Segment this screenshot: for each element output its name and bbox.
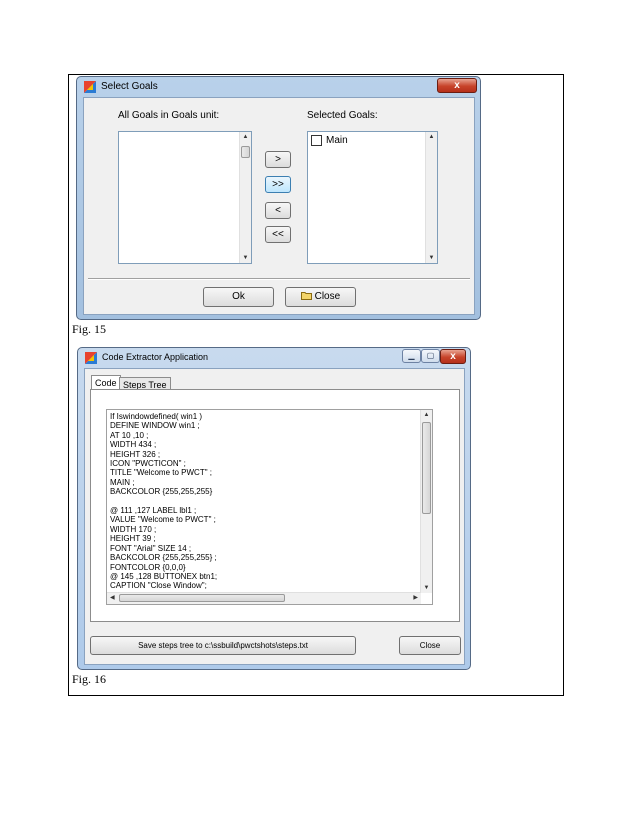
item-checkbox[interactable] [311, 135, 322, 146]
scroll-thumb[interactable] [422, 422, 431, 514]
scroll-up-icon[interactable]: ▲ [426, 134, 437, 140]
scroll-down-icon[interactable]: ▼ [426, 255, 437, 261]
code-extractor-window: Code Extractor Application ▁ ▢ x Code St… [77, 347, 471, 670]
code-line: FONT "Arial" SIZE 14 ; [110, 543, 192, 553]
maximize-icon[interactable]: ▢ [421, 349, 440, 363]
app-icon [84, 81, 96, 93]
code-line: WIDTH 434 ; [110, 440, 157, 450]
ok-button[interactable]: Ok [203, 287, 274, 307]
code-line: DEFINE WINDOW win1 ; [110, 421, 200, 431]
code-editor[interactable]: If Iswindowdefined( win1 ) DEFINE WINDOW … [106, 409, 433, 605]
code-horizontal-scrollbar[interactable]: ◀ ▶ [107, 592, 421, 604]
code-line: @ 111 ,127 LABEL lbl1 ; [110, 506, 197, 516]
divider [88, 278, 470, 280]
selected-goals-label: Selected Goals: [307, 110, 378, 121]
select-goals-window: Select Goals x All Goals in Goals unit: … [76, 76, 481, 320]
code-line: @ 145 ,128 BUTTONEX btn1; [110, 571, 218, 581]
scroll-right-icon[interactable]: ▶ [413, 594, 418, 601]
all-goals-label: All Goals in Goals unit: [118, 110, 220, 121]
code-line: HEIGHT 326 ; [110, 449, 161, 459]
code-line: FONTCOLOR {0,0,0} [110, 562, 186, 572]
window-title: Select Goals [101, 81, 158, 92]
list-item[interactable]: Main [311, 135, 411, 147]
code-text: If Iswindowdefined( win1 ) DEFINE WINDOW … [110, 412, 217, 591]
code-line: If Iswindowdefined( win1 ) [110, 412, 203, 421]
close-button[interactable]: Close [285, 287, 356, 307]
remove-goal-button[interactable]: < [265, 202, 291, 219]
scroll-h-thumb[interactable] [119, 594, 285, 602]
code-line: HEIGHT 39 ; [110, 534, 156, 544]
scroll-thumb[interactable] [241, 146, 250, 158]
code-line: MAIN ; [110, 477, 135, 487]
code-line: AT 10 ,10 ; [110, 430, 149, 440]
selected-goals-scrollbar[interactable]: ▲ ▼ [425, 132, 437, 263]
title-bar[interactable]: Select Goals x [77, 77, 480, 97]
window-title: Code Extractor Application [102, 352, 209, 362]
code-line: ICON "PWCTICON" ; [110, 459, 186, 469]
remove-all-goals-button[interactable]: << [265, 226, 291, 243]
window-close-button[interactable]: x [440, 349, 466, 364]
scroll-down-icon[interactable]: ▼ [421, 585, 432, 591]
window-body: Code Steps Tree If Iswindowdefined( win1… [84, 368, 465, 665]
scroll-down-icon[interactable]: ▼ [240, 255, 251, 261]
app-icon [85, 352, 97, 364]
scroll-up-icon[interactable]: ▲ [240, 134, 251, 140]
close-button[interactable]: Close [399, 636, 461, 655]
selected-goals-list[interactable]: Main ▲ ▼ [307, 131, 438, 264]
title-bar[interactable]: Code Extractor Application ▁ ▢ x [78, 348, 470, 368]
figure-caption: Fig. 15 [72, 322, 107, 336]
scroll-left-icon[interactable]: ◀ [110, 594, 115, 601]
item-label: Main [326, 135, 348, 146]
code-line: TITLE "Welcome to PWCT" ; [110, 468, 212, 478]
add-all-goals-button[interactable]: >> [265, 176, 291, 193]
scroll-up-icon[interactable]: ▲ [421, 412, 432, 418]
add-goal-button[interactable]: > [265, 151, 291, 168]
minimize-icon[interactable]: ▁ [402, 349, 421, 363]
figure-caption: Fig. 16 [72, 672, 107, 686]
code-line: VALUE "Welcome to PWCT" ; [110, 515, 216, 525]
code-line: WIDTH 170 ; [110, 524, 157, 534]
all-goals-scrollbar[interactable]: ▲ ▼ [239, 132, 251, 263]
dialog-body: All Goals in Goals unit: Selected Goals:… [83, 97, 475, 315]
tab-code[interactable]: Code [91, 375, 121, 390]
save-steps-tree-button[interactable]: Save steps tree to c:\ssbuild\pwctshots\… [90, 636, 356, 655]
tab-panel: If Iswindowdefined( win1 ) DEFINE WINDOW … [90, 389, 460, 622]
code-vertical-scrollbar[interactable]: ▲ ▼ [420, 410, 432, 593]
code-line: BACKCOLOR {255,255,255} [110, 487, 213, 497]
window-close-button[interactable]: x [437, 78, 477, 93]
all-goals-list[interactable]: ▲ ▼ [118, 131, 252, 264]
folder-icon [300, 292, 312, 300]
code-line: CAPTION "Close Window"; [110, 581, 207, 591]
code-line: BACKCOLOR {255,255,255} ; [110, 553, 217, 563]
close-button-label: Close [314, 291, 341, 302]
